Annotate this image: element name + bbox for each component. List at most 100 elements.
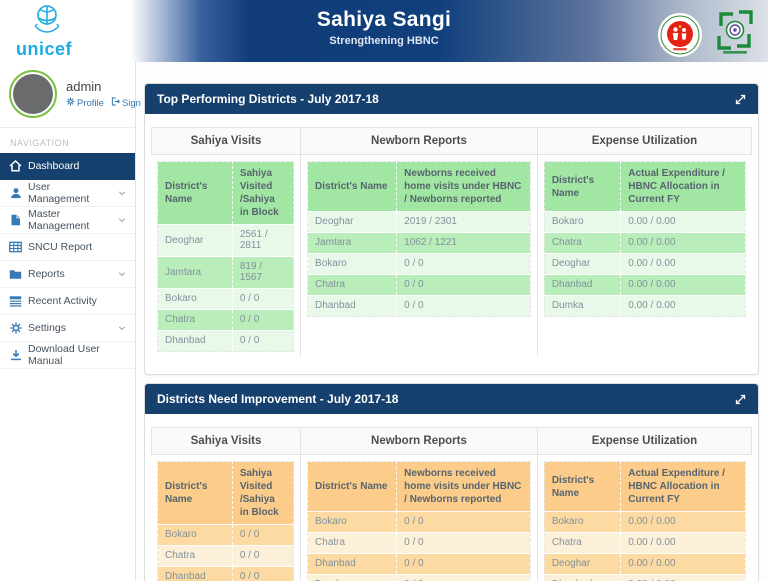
signout-icon xyxy=(111,97,120,109)
jharkhand-logo-icon xyxy=(714,9,756,60)
data-table: District's NameSahiya Visited /Sahiya in… xyxy=(157,161,294,352)
profile-link[interactable]: Profile xyxy=(66,97,104,109)
value-cell: 0.00 / 0.00 xyxy=(621,575,746,581)
column-header: Actual Expenditure / HBNC Allocation in … xyxy=(621,162,746,212)
chevron-down-icon xyxy=(118,324,126,332)
sidebar-item-label: Download User Manual xyxy=(28,343,126,367)
column-header: District's Name xyxy=(544,162,620,212)
sidebar-item-dashboard[interactable]: Dashboard xyxy=(0,153,135,180)
district-name-cell: Dhanbad xyxy=(308,554,397,575)
value-cell: 2019 / 2301 xyxy=(397,212,531,233)
district-name-cell: Jamtara xyxy=(308,233,397,254)
section-sahiya-visits: Sahiya VisitsDistrict's NameSahiya Visit… xyxy=(151,127,300,356)
column-header: Sahiya Visited /Sahiya in Block xyxy=(232,162,293,225)
table-row: Jamtara1062 / 1221 xyxy=(308,233,531,254)
district-name-cell: Chatra xyxy=(158,310,233,331)
table-row: Chatra0 / 0 xyxy=(158,310,294,331)
app-header: unicef Sahiya Sangi Strengthening HBNC xyxy=(0,0,768,62)
expand-icon[interactable] xyxy=(735,94,746,105)
value-cell: 0.00 / 0.00 xyxy=(621,212,746,233)
sidebar-item-settings[interactable]: Settings xyxy=(0,315,135,342)
panel-districts-need-improvement-july-2017-18: Districts Need Improvement - July 2017-1… xyxy=(144,383,759,581)
file-icon xyxy=(9,214,22,226)
district-name-cell: Deoghar xyxy=(158,225,233,257)
unicef-logo: unicef xyxy=(16,3,136,59)
table-row: Bokaro0 / 0 xyxy=(308,512,531,533)
value-cell: 0 / 0 xyxy=(232,525,293,546)
sidebar-item-user-management[interactable]: User Management xyxy=(0,180,135,207)
section-newborn-reports: Newborn ReportsDistrict's NameNewborns r… xyxy=(300,427,537,581)
table-row: Chatra0 / 0 xyxy=(158,546,294,567)
page-title: Sahiya Sangi xyxy=(317,8,451,32)
table-row: Bokaro0.00 / 0.00 xyxy=(544,512,745,533)
chevron-down-icon xyxy=(118,270,126,278)
sidebar-item-recent-activity[interactable]: Recent Activity xyxy=(0,288,135,315)
table-row: Bokaro0 / 0 xyxy=(308,254,531,275)
value-cell: 1062 / 1221 xyxy=(397,233,531,254)
value-cell: 0 / 0 xyxy=(397,575,531,581)
value-cell: 0.00 / 0.00 xyxy=(621,533,746,554)
district-name-cell: Chatra xyxy=(544,233,620,254)
district-name-cell: Bokaro xyxy=(544,212,620,233)
main-content: Top Performing Districts - July 2017-18S… xyxy=(136,62,768,581)
download-icon xyxy=(9,349,22,361)
table-row: Chatra0 / 0 xyxy=(308,533,531,554)
panel-body: Sahiya VisitsDistrict's NameSahiya Visit… xyxy=(145,414,758,581)
expand-icon[interactable] xyxy=(735,394,746,405)
sidebar-item-sncu-report[interactable]: SNCU Report xyxy=(0,234,135,261)
data-table: District's NameSahiya Visited /Sahiya in… xyxy=(157,461,294,581)
table-row: Deoghar0.00 / 0.00 xyxy=(544,254,745,275)
section-newborn-reports: Newborn ReportsDistrict's NameNewborns r… xyxy=(300,127,537,356)
column-header: Actual Expenditure / HBNC Allocation in … xyxy=(621,462,746,512)
header-logos xyxy=(658,9,756,60)
district-name-cell: Dhanbad xyxy=(308,296,397,317)
unicef-emblem-icon xyxy=(30,3,64,40)
sidebar-item-download-user-manual[interactable]: Download User Manual xyxy=(0,342,135,369)
value-cell: 0 / 0 xyxy=(232,567,293,581)
section-expense-utilization: Expense UtilizationDistrict's NameActual… xyxy=(537,427,752,581)
table-row: Chatra0.00 / 0.00 xyxy=(544,233,745,254)
value-cell: 0 / 0 xyxy=(232,289,293,310)
user-icon xyxy=(9,187,22,199)
value-cell: 0.00 / 0.00 xyxy=(621,512,746,533)
avatar xyxy=(9,70,57,118)
sidebar-item-label: Master Management xyxy=(28,208,112,232)
column-header: District's Name xyxy=(544,462,620,512)
district-name-cell: Chatra xyxy=(544,533,620,554)
section-title: Sahiya Visits xyxy=(151,427,300,455)
table-row: Dhanbad0 / 0 xyxy=(158,331,294,352)
column-header: Sahiya Visited /Sahiya in Block xyxy=(232,462,293,525)
district-name-cell: Bokaro xyxy=(308,512,397,533)
sidebar-item-reports[interactable]: Reports xyxy=(0,261,135,288)
value-cell: 0.00 / 0.00 xyxy=(621,254,746,275)
sidebar-nav: DashboardUser ManagementMaster Managemen… xyxy=(0,153,135,369)
nhm-logo-icon xyxy=(658,13,702,57)
table-row: Dhanbad0.00 / 0.00 xyxy=(544,575,745,581)
gear-icon xyxy=(66,97,75,109)
column-header: District's Name xyxy=(158,162,233,225)
district-name-cell: Dumka xyxy=(544,296,620,317)
home-icon xyxy=(9,160,22,172)
folder-icon xyxy=(9,269,22,280)
district-name-cell: Jamtara xyxy=(158,257,233,289)
table-row: Dhanbad0 / 0 xyxy=(308,296,531,317)
data-table: District's NameNewborns received home vi… xyxy=(307,461,531,581)
gear-icon xyxy=(9,322,22,334)
district-name-cell: Dumka xyxy=(308,575,397,581)
table-row: Bokaro0.00 / 0.00 xyxy=(544,212,745,233)
value-cell: 2561 / 2811 xyxy=(232,225,293,257)
district-name-cell: Bokaro xyxy=(308,254,397,275)
unicef-wordmark: unicef xyxy=(16,40,72,58)
panel-header: Districts Need Improvement - July 2017-1… xyxy=(145,384,758,414)
table-row: Bokaro0 / 0 xyxy=(158,289,294,310)
table-row: Dumka0.00 / 0.00 xyxy=(544,296,745,317)
district-name-cell: Chatra xyxy=(308,275,397,296)
table-row: Dhanbad0 / 0 xyxy=(308,554,531,575)
value-cell: 0 / 0 xyxy=(232,310,293,331)
sidebar-item-master-management[interactable]: Master Management xyxy=(0,207,135,234)
table-row: Chatra0 / 0 xyxy=(308,275,531,296)
chevron-down-icon xyxy=(118,189,126,197)
district-name-cell: Chatra xyxy=(158,546,233,567)
app-title-block: Sahiya Sangi Strengthening HBNC xyxy=(317,8,451,47)
value-cell: 0 / 0 xyxy=(397,296,531,317)
